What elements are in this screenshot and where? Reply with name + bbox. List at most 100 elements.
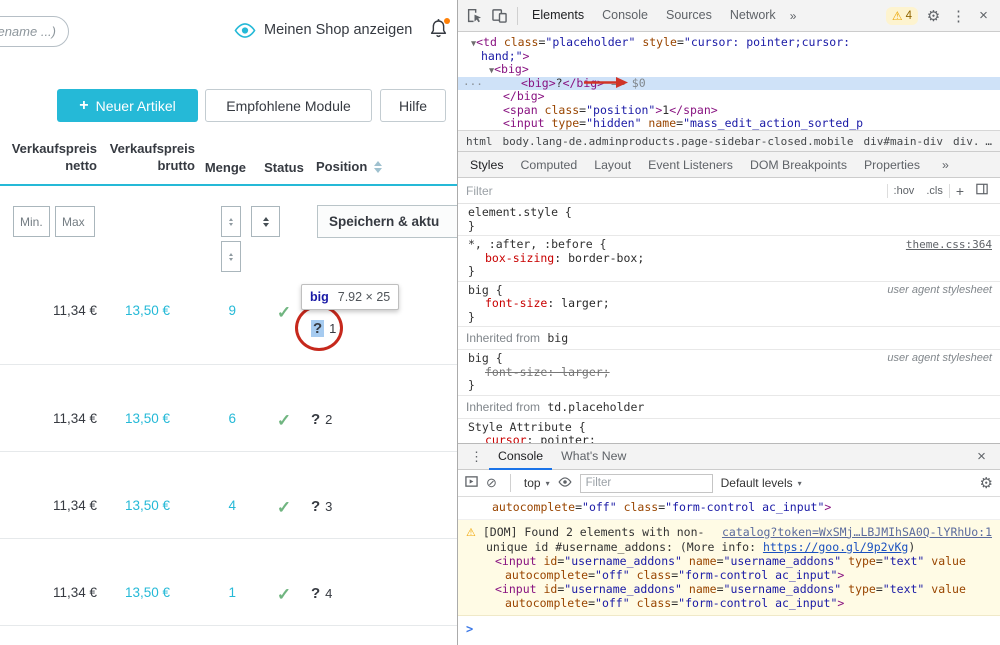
broken-image-placeholder[interactable]: ?: [311, 411, 320, 428]
tab-network[interactable]: Network: [721, 0, 785, 32]
execution-context-selector[interactable]: top ▾: [524, 476, 550, 490]
drawer-tab-whats-new[interactable]: What's New: [552, 444, 635, 470]
console-prompt[interactable]: >: [458, 616, 1000, 642]
new-article-button[interactable]: + Neuer Artikel: [57, 89, 198, 122]
style-rule[interactable]: element.style {}: [458, 204, 1000, 236]
filter-min-input[interactable]: [13, 206, 50, 237]
styles-filter-input[interactable]: [466, 184, 887, 198]
breadcrumb-html[interactable]: html: [466, 135, 493, 148]
code-line[interactable]: <span class="position">1</span>: [458, 104, 1000, 118]
quantity-filter-stepper-min[interactable]: [221, 206, 241, 237]
help-button[interactable]: Hilfe: [380, 89, 446, 122]
style-rule[interactable]: user agent stylesheetbig {font-size: lar…: [458, 350, 1000, 396]
notifications-bell[interactable]: [429, 18, 448, 44]
toggle-classes-button[interactable]: .cls: [920, 185, 949, 197]
hidden-siblings-ellipsis[interactable]: ...: [463, 75, 483, 88]
column-header-netto[interactable]: Verkaufspreis netto: [4, 141, 97, 175]
css-property[interactable]: cursor: pointer;: [468, 434, 992, 443]
breadcrumb-body[interactable]: body.lang-de.adminproducts.page-sidebar-…: [503, 135, 854, 148]
inherited-from-header: Inherited from big: [458, 327, 1000, 350]
issues-warning-badge[interactable]: ⚠ 4: [886, 7, 918, 25]
recommended-modules-button[interactable]: Empfohlene Module: [205, 89, 372, 122]
table-row[interactable]: 11,34 € 13,50 € 1 ✓ ? 4: [0, 585, 457, 625]
filter-max-input[interactable]: [55, 206, 95, 237]
status-filter-select[interactable]: [251, 206, 280, 237]
new-style-rule-button[interactable]: +: [950, 183, 970, 199]
code-line[interactable]: ▼<td class="placeholder" style="cursor: …: [458, 36, 1000, 50]
sort-icon[interactable]: [374, 161, 382, 173]
code-line[interactable]: <input id="username_addons" name="userna…: [466, 554, 992, 568]
status-cell: ✓: [260, 411, 308, 431]
style-rule[interactable]: Style Attribute {cursor: pointer;⚠ curso…: [458, 419, 1000, 444]
css-property[interactable]: box-sizing: border-box;: [468, 252, 992, 266]
tab-computed[interactable]: Computed: [521, 158, 578, 172]
tab-elements[interactable]: Elements: [523, 0, 593, 32]
code-line[interactable]: autocomplete="off" class="form-control a…: [466, 596, 992, 610]
toggle-pseudo-states-button[interactable]: :hov: [888, 185, 921, 197]
column-header-status[interactable]: Status: [260, 160, 308, 177]
code-line[interactable]: </big>: [458, 90, 1000, 104]
device-toolbar-icon[interactable]: [487, 3, 512, 29]
close-devtools-icon[interactable]: ×: [971, 3, 996, 29]
code-line[interactable]: hand;">: [458, 50, 1000, 64]
css-property[interactable]: font-size: larger;: [468, 366, 992, 380]
tab-console[interactable]: Console: [593, 0, 657, 32]
column-header-menge[interactable]: Menge: [196, 160, 246, 177]
drawer-tab-console[interactable]: Console: [489, 444, 552, 470]
tab-properties[interactable]: Properties: [864, 158, 920, 172]
column-header-brutto[interactable]: Verkaufspreis brutto: [102, 141, 195, 175]
breadcrumb: html body.lang-de.adminproducts.page-sid…: [458, 130, 1000, 152]
position-cell[interactable]: ? 2: [311, 411, 332, 428]
code-line[interactable]: autocomplete="off" class="form-control a…: [466, 568, 992, 582]
settings-gear-icon[interactable]: ⚙: [921, 3, 946, 29]
column-header-position[interactable]: Position: [316, 159, 382, 176]
tab-styles[interactable]: Styles: [470, 158, 504, 172]
save-and-update-button[interactable]: Speichern & aktu: [317, 205, 457, 238]
console-sidebar-toggle-icon[interactable]: [465, 475, 478, 491]
console-filter-input[interactable]: [580, 474, 713, 493]
tab-layout[interactable]: Layout: [594, 158, 631, 172]
log-levels-selector[interactable]: Default levels ▾: [721, 476, 802, 490]
broken-image-placeholder[interactable]: ?: [311, 585, 320, 602]
product-search-input[interactable]: [0, 16, 69, 47]
console-warning-message[interactable]: ⚠ [DOM] Found 2 elements with non- catal…: [458, 520, 1000, 616]
styles-pane: element.style {}theme.css:364*, :after, …: [458, 204, 1000, 443]
styles-panel-toggle-icon[interactable]: [970, 183, 994, 198]
live-expression-eye-icon[interactable]: [558, 476, 572, 490]
inspect-element-icon[interactable]: [462, 3, 487, 29]
close-drawer-icon[interactable]: ×: [969, 444, 994, 470]
code-line[interactable]: autocomplete="off" class="form-control a…: [466, 501, 992, 515]
style-rule[interactable]: user agent stylesheetbig {font-size: lar…: [458, 282, 1000, 328]
table-row[interactable]: 11,34 € 13,50 € 6 ✓ ? 2: [0, 411, 457, 451]
toolbar-divider: [517, 7, 518, 25]
plus-icon: +: [79, 97, 88, 115]
annotation-arrow: [584, 77, 628, 88]
console-settings-gear-icon[interactable]: ⚙: [980, 474, 993, 492]
view-shop-link[interactable]: Meinen Shop anzeigen: [234, 22, 412, 38]
code-line[interactable]: <input type="hidden" name="mass_edit_act…: [458, 117, 1000, 130]
style-rule[interactable]: theme.css:364*, :after, :before {box-siz…: [458, 236, 1000, 282]
stylesheet-link[interactable]: theme.css:364: [906, 238, 992, 251]
broken-image-placeholder[interactable]: ?: [311, 498, 320, 515]
tab-sources[interactable]: Sources: [657, 0, 721, 32]
more-tabs-chevron[interactable]: »: [785, 9, 802, 23]
table-row[interactable]: 11,34 € 13,50 € 4 ✓ ? 3: [0, 498, 457, 538]
console-message[interactable]: autocomplete="off" class="form-control a…: [458, 497, 1000, 520]
breadcrumb-main-div[interactable]: div#main-div: [864, 135, 943, 148]
clear-console-icon[interactable]: ⊘: [486, 475, 497, 491]
code-line[interactable]: <input id="username_addons" name="userna…: [466, 582, 992, 596]
console-source-link[interactable]: catalog?token=WxSMj…LBJMIhSA0Q-lYRhUo:1: [722, 525, 992, 539]
position-cell[interactable]: ? 3: [311, 498, 332, 515]
position-cell[interactable]: ? 4: [311, 585, 332, 602]
code-line[interactable]: <big>?</big> == $0: [458, 77, 1000, 91]
quantity-filter-stepper-max[interactable]: [221, 241, 241, 272]
more-info-link[interactable]: https://goo.gl/9p2vKg: [763, 540, 908, 554]
css-property[interactable]: font-size: larger;: [468, 297, 992, 311]
tab-event-listeners[interactable]: Event Listeners: [648, 158, 733, 172]
more-options-icon[interactable]: ⋮: [946, 3, 971, 29]
more-sidebar-tabs-chevron[interactable]: »: [937, 158, 954, 172]
code-line[interactable]: ▼<big>: [458, 63, 1000, 77]
drawer-drag-handle-icon[interactable]: ⋮: [464, 449, 489, 465]
breadcrumb-overflow[interactable]: …: [979, 132, 1000, 152]
tab-dom-breakpoints[interactable]: DOM Breakpoints: [750, 158, 847, 172]
